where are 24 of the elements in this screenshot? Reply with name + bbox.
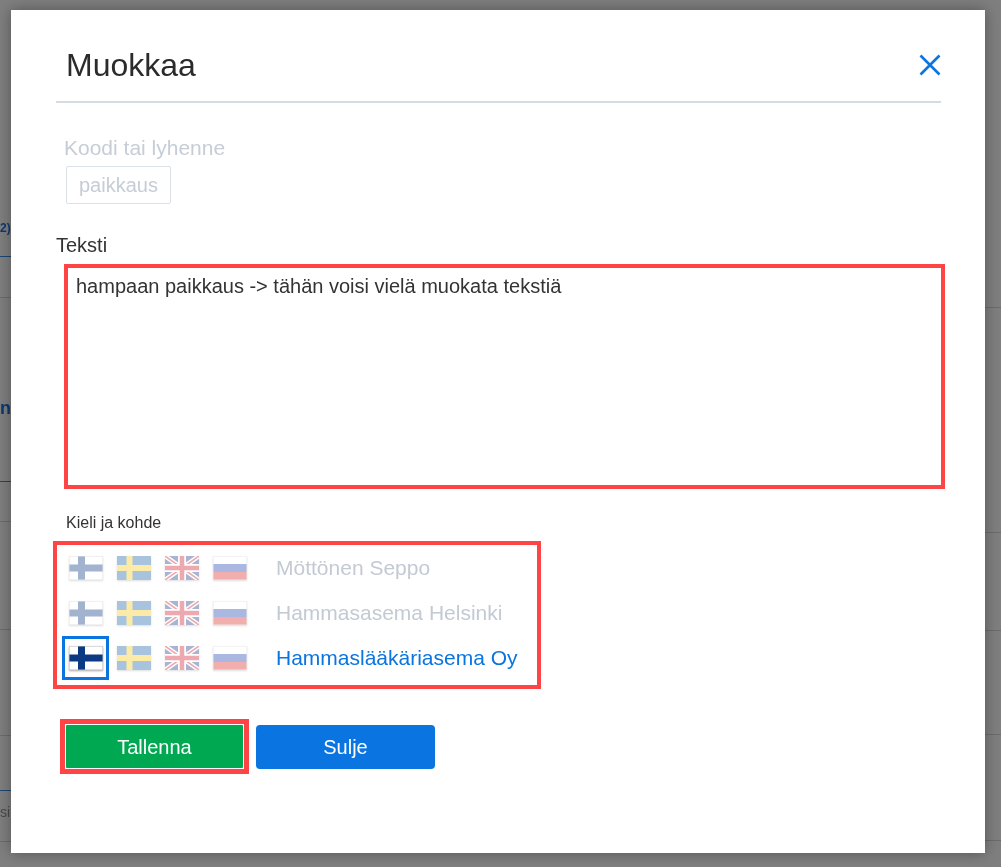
section-label: Kieli ja kohde (66, 513, 162, 533)
uk-flag-icon[interactable] (164, 555, 199, 580)
language-button[interactable] (62, 635, 109, 680)
close-icon[interactable] (919, 54, 941, 76)
close-button[interactable]: Sulje (256, 724, 435, 769)
sweden-flag-icon[interactable] (116, 555, 151, 580)
target-name[interactable]: Hammaslääkäriasema Oy (276, 643, 518, 672)
save-button[interactable]: Tallenna (66, 725, 243, 768)
target-name[interactable]: Hammasasema Helsinki (276, 598, 503, 627)
sweden-flag-icon[interactable] (116, 645, 151, 670)
text-area[interactable]: hampaan paikkaus -> tähän voisi vielä muokata tekstiä (64, 264, 945, 489)
uk-flag-icon[interactable] (164, 600, 199, 625)
field-label: Teksti (56, 233, 108, 258)
target-name[interactable]: Möttönen Seppo (276, 553, 431, 582)
field-label: Koodi tai lyhenne (64, 135, 226, 161)
background-text: n (0, 397, 11, 420)
finland-flag-icon[interactable] (68, 645, 103, 670)
russia-flag-icon[interactable] (212, 600, 247, 625)
background-text: 2) (0, 220, 11, 236)
russia-flag-icon[interactable] (212, 555, 247, 580)
russia-flag-icon[interactable] (212, 645, 247, 670)
uk-flag-icon[interactable] (164, 645, 199, 670)
sweden-flag-icon[interactable] (116, 600, 151, 625)
dialog-title: Muokkaa (65, 46, 196, 85)
